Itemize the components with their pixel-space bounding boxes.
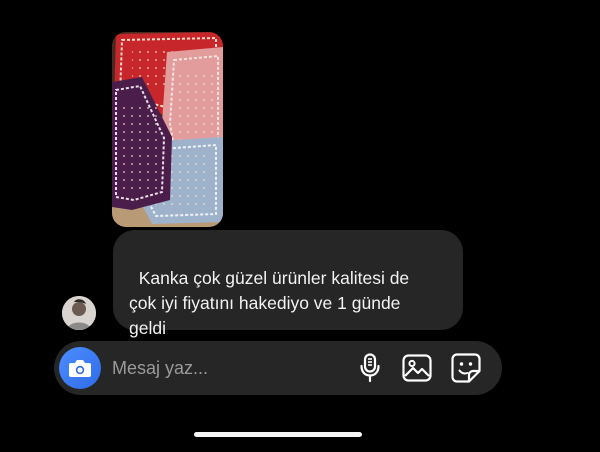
microphone-button[interactable] — [354, 352, 386, 384]
sticker-icon — [451, 353, 481, 383]
message-photo[interactable] — [112, 32, 223, 227]
gallery-icon — [402, 354, 432, 382]
message-text: Kanka çok güzel ürünler kalitesi de çok … — [129, 268, 410, 338]
camera-icon — [69, 360, 91, 377]
message-composer — [54, 341, 502, 395]
camera-button[interactable] — [59, 347, 101, 389]
home-indicator[interactable] — [194, 432, 362, 437]
microphone-icon — [360, 353, 380, 383]
message-bubble[interactable]: Kanka çok güzel ürünler kalitesi de çok … — [113, 230, 463, 338]
avatar-icon — [62, 296, 96, 330]
gallery-button[interactable] — [401, 352, 433, 384]
bandanas-photo — [112, 32, 223, 227]
sender-avatar[interactable] — [62, 296, 96, 330]
message-input[interactable] — [112, 354, 342, 382]
sticker-button[interactable] — [450, 352, 482, 384]
